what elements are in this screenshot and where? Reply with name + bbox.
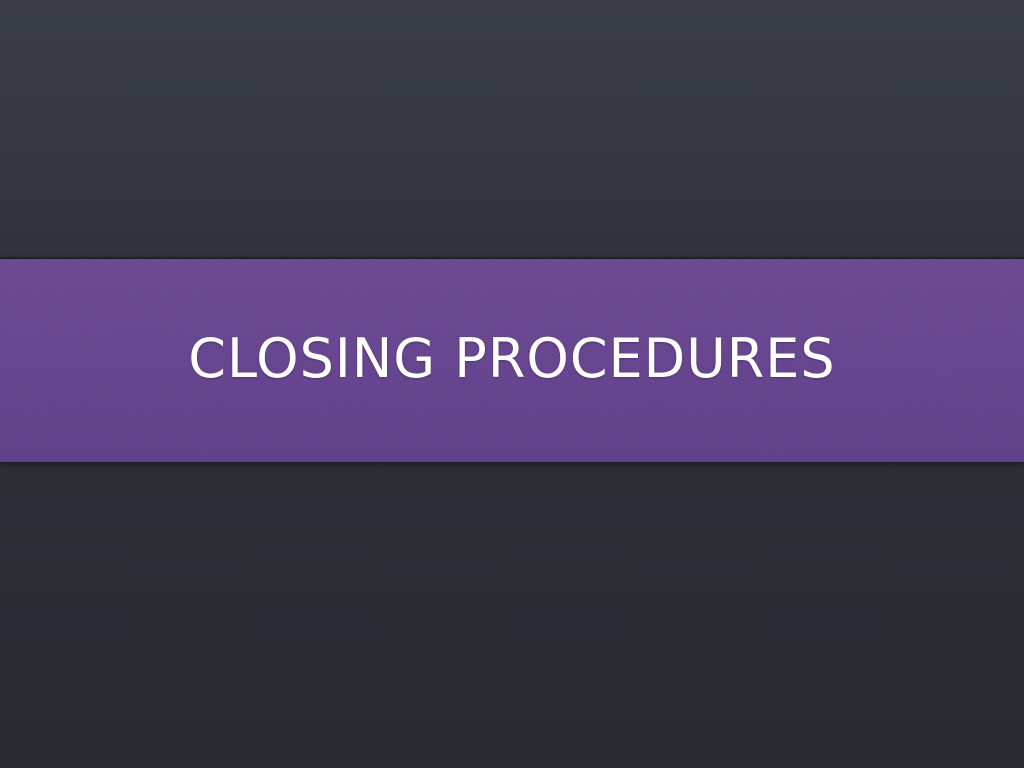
slide: CLOSING PROCEDURES — [0, 0, 1024, 768]
slide-title: CLOSING PROCEDURES — [188, 326, 836, 390]
title-band: CLOSING PROCEDURES — [0, 258, 1024, 463]
